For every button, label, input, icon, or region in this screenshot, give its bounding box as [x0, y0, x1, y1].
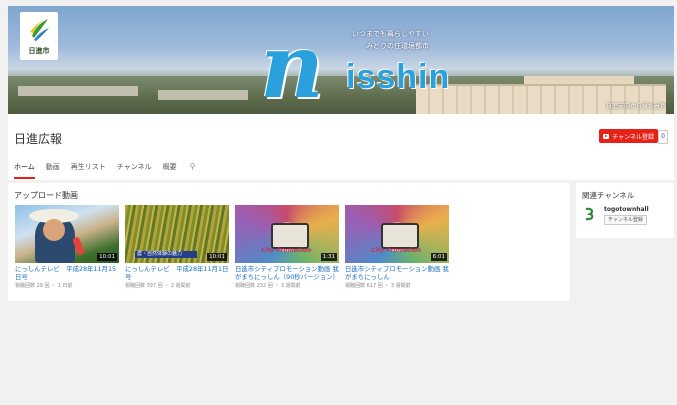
tab-about[interactable]: 概要	[163, 162, 177, 179]
brand-wordmark: isshin	[346, 58, 451, 96]
video-thumbnail[interactable]: City Promotion 6:01	[345, 205, 449, 263]
thumbnail-caption: City Promotion	[261, 247, 312, 254]
video-meta: 視聴回数 232 回 ・ 3 週間前	[235, 283, 301, 289]
video-thumbnail[interactable]: 農・自然体験の魅力 10:01	[125, 205, 229, 263]
video-title[interactable]: 日進市シティプロモーション動画 我がまちにっしん（90秒バージョン）	[235, 265, 339, 281]
video-meta: 視聴回数 397 回 ・ 2 週間前	[125, 283, 191, 289]
video-card[interactable]: City Promotion 6:01 日進市シティプロモーション動画 我がまち…	[345, 205, 449, 289]
banner-town	[158, 90, 248, 100]
video-duration: 6:01	[430, 253, 447, 261]
tab-playlists[interactable]: 再生リスト	[71, 162, 106, 179]
video-duration: 10:01	[97, 253, 117, 261]
tab-home[interactable]: ホーム	[14, 162, 35, 179]
banner-tagline: いつまでも暮らしやすい みどりの住環境都市	[352, 28, 429, 52]
video-card[interactable]: City Promotion 1:31 日進市シティプロモーション動画 我がまち…	[235, 205, 339, 289]
video-title[interactable]: 日進市シティプロモーション動画 我がまちにっしん	[345, 265, 449, 281]
youtube-play-icon	[603, 133, 610, 139]
channel-banner: 日進市 n isshin いつまでも暮らしやすい みどりの住環境都市 日進市内か…	[8, 6, 674, 114]
video-card[interactable]: 10:01 にっしんテレビ 平成28年11月15日号 視聴回数 29 回 ・ 1…	[15, 205, 119, 289]
subscribe-button[interactable]: チャンネル登録	[599, 129, 658, 143]
related-channel-name[interactable]: togotownhall	[604, 206, 649, 213]
video-card[interactable]: 農・自然体験の魅力 10:01 にっしんテレビ 平成28年11月1日号 視聴回数…	[125, 205, 229, 289]
tagline-line-1: いつまでも暮らしやすい	[352, 30, 429, 38]
related-subscribe-button[interactable]: チャンネル登録	[604, 215, 647, 225]
video-title[interactable]: にっしんテレビ 平成28年11月15日号	[15, 265, 119, 281]
banner-watermark: 日進市内から見た景色	[605, 103, 666, 110]
city-logo-text: 日進市	[28, 47, 50, 55]
video-list: 10:01 にっしんテレビ 平成28年11月15日号 視聴回数 29 回 ・ 1…	[15, 205, 449, 289]
tab-videos[interactable]: 動画	[46, 162, 60, 179]
section-title[interactable]: アップロード動画	[14, 190, 78, 201]
tagline-line-2: みどりの住環境都市	[366, 42, 429, 50]
video-title[interactable]: にっしんテレビ 平成28年11月1日号	[125, 265, 229, 281]
brand-initial: n	[260, 14, 324, 114]
subscribe-label: チャンネル登録	[612, 133, 654, 141]
video-thumbnail[interactable]: 10:01	[15, 205, 119, 263]
city-logo[interactable]: 日進市	[20, 12, 58, 60]
thumbnail-tv-icon	[381, 223, 419, 249]
thumbnail-face	[43, 219, 65, 241]
subscriber-count: 0	[658, 130, 668, 144]
related-channels: 関連チャンネル togotownhall チャンネル登録	[576, 183, 674, 238]
togo-logo-icon[interactable]	[583, 207, 595, 221]
search-icon[interactable]: ⚲	[190, 162, 196, 179]
related-title: 関連チャンネル	[582, 191, 635, 200]
thumbnail-caption: City Promotion	[371, 247, 422, 254]
thumbnail-caption: 農・自然体験の魅力	[135, 251, 197, 258]
video-thumbnail[interactable]: City Promotion 1:31	[235, 205, 339, 263]
uploads-shelf: アップロード動画 10:01 にっしんテレビ 平成28年11月15日号 視聴回数…	[8, 183, 570, 301]
channel-title[interactable]: 日進広報	[14, 130, 62, 147]
video-meta: 視聴回数 617 回 ・ 3 週間前	[345, 283, 411, 289]
thumbnail-tv-icon	[271, 223, 309, 249]
banner-town	[18, 86, 138, 96]
video-duration: 1:31	[320, 253, 337, 261]
video-duration: 10:01	[207, 253, 227, 261]
channel-tabs: ホーム 動画 再生リスト チャンネル 概要 ⚲	[14, 162, 195, 179]
tab-channels[interactable]: チャンネル	[117, 162, 152, 179]
video-meta: 視聴回数 29 回 ・ 1 日前	[15, 283, 73, 289]
city-emblem-icon	[30, 18, 49, 41]
channel-header: 日進広報 チャンネル登録 0 ホーム 動画 再生リスト チャンネル 概要 ⚲	[8, 114, 674, 180]
